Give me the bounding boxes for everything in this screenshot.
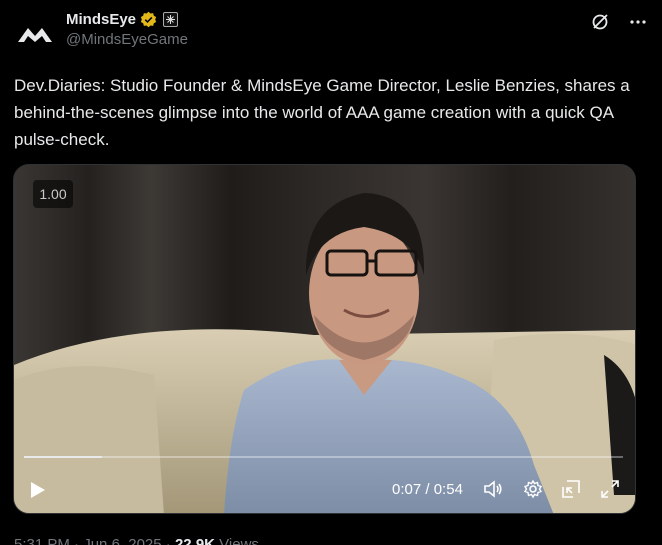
video-frame [14,165,635,513]
play-icon[interactable] [30,479,50,501]
settings-icon[interactable] [522,478,544,500]
video-time-total: 0:54 [433,481,463,498]
views-count: 22.9K [174,536,215,545]
mindseye-logo-icon [18,28,52,42]
display-name[interactable]: MindsEye [66,11,136,28]
video-time-current: 0:07 [392,481,422,498]
video-controls: 0:07 / 0:54 [14,465,635,513]
affiliate-badge-icon[interactable] [163,12,179,27]
tweet-time[interactable]: 5:31 PM [14,536,70,545]
tweet-text: Dev.Diaries: Studio Founder & MindsEye G… [14,76,635,149]
meta-separator: · [74,536,84,545]
verified-badge-icon[interactable] [140,11,157,28]
tweet-date[interactable]: Jun 6, 2025 [83,536,161,545]
video-progress-fill [24,456,102,458]
video-player[interactable]: 1.00 0:07 / 0:54 [13,164,636,514]
grok-icon[interactable] [590,12,610,32]
author-names: MindsEye @MindsEyeGame [66,11,188,48]
fullscreen-icon[interactable] [599,478,621,500]
video-time: 0:07 / 0:54 [392,481,463,498]
avatar[interactable] [14,12,56,54]
handle[interactable]: @MindsEyeGame [66,31,188,48]
volume-icon[interactable] [482,478,504,500]
tweet-meta: 5:31 PM · Jun 6, 2025 · 22.9K Views [14,536,259,545]
tweet-header: MindsEye @MindsEyeGame [14,10,648,58]
header-actions [590,12,648,32]
video-progress-bar[interactable] [24,456,623,458]
meta-separator: · [165,536,175,545]
playback-speed-badge[interactable]: 1.00 [33,180,73,208]
video-time-separator: / [425,481,430,498]
picture-in-picture-icon[interactable] [560,478,582,500]
views-label: Views [219,536,259,545]
more-icon[interactable] [628,12,648,32]
